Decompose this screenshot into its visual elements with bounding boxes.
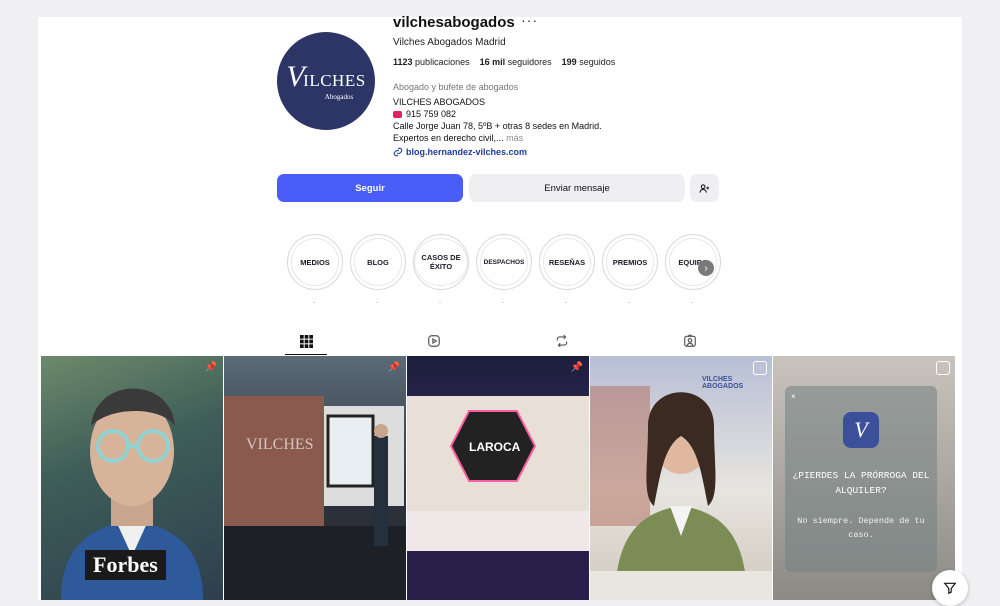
- app-logo: V: [843, 412, 879, 448]
- highlights-next-button[interactable]: ›: [698, 260, 714, 276]
- phone-number: 915 759 082: [406, 109, 457, 119]
- avatar-logo: VILCHES: [286, 61, 366, 92]
- highlight-label: BLOG: [354, 238, 402, 286]
- bio-line-name: VILCHES ABOGADOS: [393, 97, 486, 107]
- highlight-blog[interactable]: BLOG: [350, 234, 406, 290]
- grid-icon: [299, 334, 313, 348]
- bio-line-expertise: Expertos en derecho civil,... más: [393, 132, 602, 144]
- posts-stat: 1123 publicaciones: [393, 57, 470, 67]
- show-logo-text: LAROCA: [469, 440, 521, 454]
- tab-tagged[interactable]: [669, 328, 711, 354]
- highlight-caption: .: [565, 298, 567, 305]
- highlight-despachos[interactable]: DESPACHOS: [476, 234, 532, 290]
- highlight-label: PREMIOS: [606, 238, 654, 286]
- post-answer: No siempre. Depende de tu caso.: [797, 516, 925, 540]
- tab-reels[interactable]: [413, 328, 455, 354]
- send-message-button[interactable]: Enviar mensaje: [469, 174, 685, 202]
- phone-icon: [393, 111, 402, 119]
- post-image: [224, 396, 406, 600]
- highlight-caption: .: [313, 298, 315, 305]
- tab-posts[interactable]: [285, 328, 327, 355]
- username: vilchesabogados: [393, 14, 515, 31]
- post-tile[interactable]: 📌 Forbes: [41, 356, 223, 600]
- post-question: ¿PIERDES LA PRÓRROGA DEL ALQUILER?: [792, 470, 930, 496]
- post-image: [407, 396, 589, 600]
- followers-stat[interactable]: 16 mil seguidores: [480, 57, 552, 67]
- logo-text: ILCHES: [303, 70, 366, 90]
- highlight-caption: .: [376, 298, 378, 305]
- post-tile[interactable]: 📌 VILCHES: [224, 356, 406, 600]
- add-person-icon: [699, 183, 710, 193]
- full-name: Vilches Abogados Madrid: [393, 37, 506, 48]
- reposts-icon: [556, 334, 568, 348]
- reels-icon: [428, 335, 440, 347]
- post-image: [590, 386, 772, 600]
- profile-stats: 1123 publicaciones 16 mil seguidores 199…: [393, 57, 615, 67]
- highlight-caption: .: [439, 298, 441, 305]
- close-icon: ×: [791, 392, 796, 401]
- profile-avatar[interactable]: VILCHES Abogados: [277, 32, 375, 130]
- highlight-caption: .: [502, 298, 504, 305]
- forbes-label: Forbes: [85, 550, 166, 580]
- highlight-equipo[interactable]: EQUIPO: [665, 234, 721, 290]
- profile-bio: VILCHES ABOGADOS 915 759 082 Calle Jorge…: [393, 96, 602, 144]
- following-count: 199: [561, 57, 577, 67]
- bio-expertise-text: Expertos en derecho civil,...: [393, 133, 504, 143]
- bio-more-link[interactable]: más: [506, 133, 523, 143]
- posts-label: publicaciones: [415, 57, 470, 67]
- pin-icon: 📌: [387, 362, 400, 373]
- highlight-premios[interactable]: PREMIOS: [602, 234, 658, 290]
- highlight-caption: .: [628, 298, 630, 305]
- suggest-accounts-button[interactable]: [690, 174, 719, 202]
- post-tile[interactable]: × V ¿PIERDES LA PRÓRROGA DEL ALQUILER? N…: [773, 356, 955, 600]
- wall-logo-text: VILCHES: [246, 436, 314, 453]
- highlight-casos-de-exito[interactable]: CASOS DE ÉXITO: [413, 234, 469, 290]
- highlight-label: DESPACHOS: [480, 238, 528, 286]
- post-tile[interactable]: VILCHES ABOGADOS: [590, 356, 772, 600]
- highlight-label: CASOS DE ÉXITO: [414, 238, 468, 286]
- wall-logo-text: VILCHES ABOGADOS: [702, 376, 744, 390]
- highlight-label: RESEÑAS: [543, 238, 591, 286]
- bio-phone: 915 759 082: [393, 108, 602, 120]
- pin-icon: 📌: [570, 362, 583, 373]
- followers-count: 16 mil: [479, 57, 506, 67]
- highlight-label: MEDIOS: [291, 238, 339, 286]
- tagged-icon: [684, 334, 696, 347]
- video-icon: [936, 361, 950, 375]
- follow-button[interactable]: Seguir: [277, 174, 463, 202]
- logo-subtext: Abogados: [324, 92, 354, 101]
- filter-button[interactable]: [932, 570, 968, 606]
- following-label: seguidos: [579, 57, 616, 67]
- link-icon: [393, 147, 403, 157]
- posts-count: 1123: [393, 57, 413, 67]
- profile-link[interactable]: blog.hernandez-vilches.com: [393, 147, 527, 157]
- following-stat[interactable]: 199 seguidos: [562, 57, 616, 67]
- highlight-caption: .: [691, 298, 693, 305]
- more-options-icon[interactable]: ···: [521, 12, 538, 28]
- tab-reposts[interactable]: [541, 328, 583, 354]
- filter-icon: [943, 582, 957, 595]
- bio-line-address: Calle Jorge Juan 78, 5ºB + otras 8 sedes…: [393, 121, 602, 131]
- video-icon: [753, 361, 767, 375]
- pin-icon: 📌: [204, 362, 217, 373]
- highlight-resenas[interactable]: RESEÑAS: [539, 234, 595, 290]
- followers-label: seguidores: [507, 57, 552, 67]
- profile-link-text: blog.hernandez-vilches.com: [406, 147, 528, 157]
- post-tile[interactable]: 📌 LAROCA: [407, 356, 589, 600]
- highlight-medios[interactable]: MEDIOS: [287, 234, 343, 290]
- profile-category: Abogado y bufete de abogados: [393, 82, 519, 92]
- chevron-right-icon: ›: [704, 262, 708, 274]
